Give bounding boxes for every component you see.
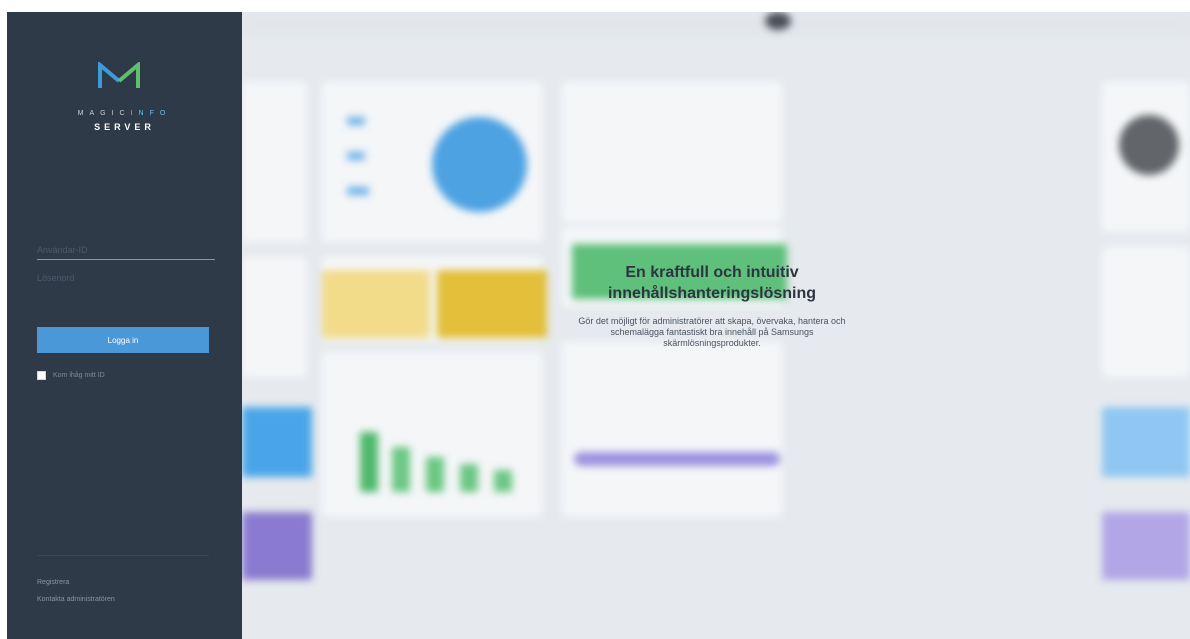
blue-tile xyxy=(1102,407,1190,477)
contact-admin-link[interactable]: Kontakta administratören xyxy=(37,596,115,603)
user-id-input[interactable] xyxy=(37,240,215,260)
bar xyxy=(392,447,410,492)
hero-subtitle: Gör det möjligt för administratörer att … xyxy=(578,316,846,348)
panel xyxy=(1102,247,1190,377)
avatar-photo xyxy=(1119,115,1179,175)
legend-bar xyxy=(347,117,365,125)
legend-bar xyxy=(347,187,369,195)
top-avatar xyxy=(765,12,791,30)
panel xyxy=(562,82,782,222)
login-panel: MAGICINFO SERVER Logga in Kom ihåg mitt … xyxy=(7,12,242,639)
purple-tile xyxy=(242,512,312,580)
password-input[interactable] xyxy=(37,268,215,288)
magicinfo-logo-icon xyxy=(98,62,140,88)
purple-tile xyxy=(1102,512,1190,580)
divider xyxy=(37,555,209,556)
legend-bar xyxy=(347,152,365,160)
yellow-tile xyxy=(437,270,547,338)
panel xyxy=(242,257,307,377)
register-link[interactable]: Registrera xyxy=(37,579,69,586)
remember-id-row[interactable]: Kom ihåg mitt ID xyxy=(37,371,105,380)
hero-section: En kraftfull och intuitiv innehållshante… xyxy=(542,262,882,349)
brand-name-top: MAGICINFO xyxy=(77,110,172,117)
panel xyxy=(242,82,307,242)
bar xyxy=(494,470,512,492)
remember-id-label: Kom ihåg mitt ID xyxy=(53,372,105,379)
bar xyxy=(426,457,444,492)
bar xyxy=(460,464,478,492)
pie-chart xyxy=(432,117,527,212)
panel xyxy=(562,342,782,517)
blue-tile xyxy=(242,407,312,477)
login-button[interactable]: Logga in xyxy=(37,327,209,353)
brand-name-bottom: SERVER xyxy=(94,122,155,132)
panel xyxy=(322,352,542,517)
hero-title: En kraftfull och intuitiv innehållshante… xyxy=(607,264,817,302)
bar xyxy=(360,432,378,492)
top-bar xyxy=(242,12,1190,36)
yellow-tile xyxy=(322,270,430,338)
login-screen: MAGICINFO SERVER Logga in Kom ihåg mitt … xyxy=(7,12,1190,639)
remember-id-checkbox[interactable] xyxy=(37,371,46,380)
progress-bar xyxy=(574,452,780,466)
